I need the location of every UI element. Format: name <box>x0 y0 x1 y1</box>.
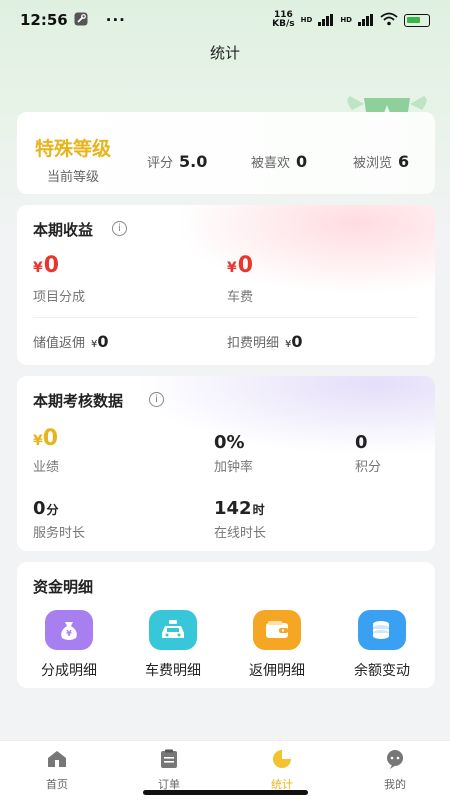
deduction-value: 0 <box>291 332 303 351</box>
fund-item-balance-change[interactable]: 余额变动 <box>337 610 427 680</box>
signal-icon-1 <box>318 14 334 26</box>
car-fee-value: ¥0 <box>227 253 254 278</box>
service-time-label: 服务时长 <box>33 526 86 541</box>
performance-value: ¥0 <box>33 426 59 451</box>
income-info-icon[interactable]: i <box>112 221 127 236</box>
fund-item-rebate-detail[interactable]: 返佣明细 <box>232 610 322 680</box>
fund-item-share-detail[interactable]: ¥ 分成明细 <box>24 610 114 680</box>
stored-rebate[interactable]: 储值返佣 ¥0 <box>33 332 109 351</box>
clipboard-icon <box>161 749 177 768</box>
funds-card: 资金明细 ¥ 分成明细 车费明细 返佣明细 余额变动 <box>17 562 435 688</box>
home-indicator[interactable] <box>143 790 308 795</box>
assessment-title: 本期考核数据 <box>33 392 124 410</box>
wifi-icon <box>380 12 398 29</box>
fund-label: 余额变动 <box>354 663 410 679</box>
user-chat-icon <box>387 750 403 769</box>
coins-icon <box>358 610 406 650</box>
rating-stat: 评分 5.0 <box>147 152 208 171</box>
status-time: 12:56 <box>20 11 68 29</box>
svg-text:¥: ¥ <box>66 629 72 638</box>
tab-label: 首页 <box>46 778 68 791</box>
service-time-value: 0分 <box>33 498 59 519</box>
signal-icon-2 <box>358 14 374 26</box>
more-notifications-icon: ··· <box>105 11 126 29</box>
online-time-label: 在线时长 <box>214 526 267 541</box>
taxi-icon <box>149 610 197 650</box>
likes-stat: 被喜欢 0 <box>251 152 308 171</box>
funds-title: 资金明细 <box>33 578 94 596</box>
network-type-1: HD <box>300 16 313 24</box>
points-value: 0 <box>355 432 368 453</box>
fund-label: 车费明细 <box>145 663 201 679</box>
tab-label: 我的 <box>384 778 406 791</box>
fund-item-car-fee-detail[interactable]: 车费明细 <box>128 610 218 680</box>
level-caption: 当前等级 <box>47 170 100 185</box>
page-title: 统计 <box>209 44 240 62</box>
views-value: 6 <box>398 152 410 171</box>
wallet-icon <box>253 610 301 650</box>
wrench-icon <box>74 12 88 29</box>
net-speed: 116 KB/s <box>272 10 295 29</box>
overtime-rate-label: 加钟率 <box>214 460 254 475</box>
points-label: 积分 <box>355 460 382 475</box>
income-divider <box>33 317 417 318</box>
tab-home[interactable]: 首页 <box>27 749 87 792</box>
income-decoration <box>175 205 435 295</box>
tab-statistics[interactable]: 统计 <box>252 749 312 792</box>
deduction-detail[interactable]: 扣费明细 ¥0 <box>227 332 303 351</box>
project-share-value: ¥0 <box>33 253 60 278</box>
tab-orders[interactable]: 订单 <box>139 749 199 792</box>
car-fee-label: 车费 <box>227 290 254 305</box>
status-bar: 12:56 ··· 116 KB/s HD HD <box>0 0 450 40</box>
assessment-decoration <box>135 376 435 456</box>
home-icon <box>48 751 66 767</box>
performance-label: 业绩 <box>33 460 60 475</box>
income-card: 本期收益 i ¥0 项目分成 ¥0 车费 储值返佣 ¥0 扣费明细 ¥0 <box>17 205 435 365</box>
fund-label: 返佣明细 <box>249 663 305 679</box>
network-type-2: HD <box>340 16 352 24</box>
overtime-rate-value: 0% <box>214 432 245 453</box>
money-bag-icon: ¥ <box>45 610 93 650</box>
assessment-card: 本期考核数据 i ¥0 业绩 0% 加钟率 0 积分 0分 服务时长 142时 … <box>17 376 435 551</box>
battery-icon <box>404 13 430 27</box>
rating-value: 5.0 <box>179 152 208 171</box>
fund-label: 分成明细 <box>41 663 97 679</box>
level-card: 特殊等级 当前等级 评分 5.0 被喜欢 0 被浏览 6 <box>17 112 435 194</box>
assessment-info-icon[interactable]: i <box>149 392 164 407</box>
status-indicators: 116 KB/s HD HD <box>272 11 430 29</box>
project-share-label: 项目分成 <box>33 290 86 305</box>
tab-mine[interactable]: 我的 <box>365 749 425 792</box>
views-stat: 被浏览 6 <box>353 152 410 171</box>
online-time-value: 142时 <box>214 498 265 519</box>
pie-chart-icon <box>273 750 291 768</box>
likes-value: 0 <box>296 152 308 171</box>
income-title: 本期收益 <box>33 221 94 239</box>
level-name: 特殊等级 <box>35 138 112 160</box>
stored-rebate-value: 0 <box>97 332 109 351</box>
